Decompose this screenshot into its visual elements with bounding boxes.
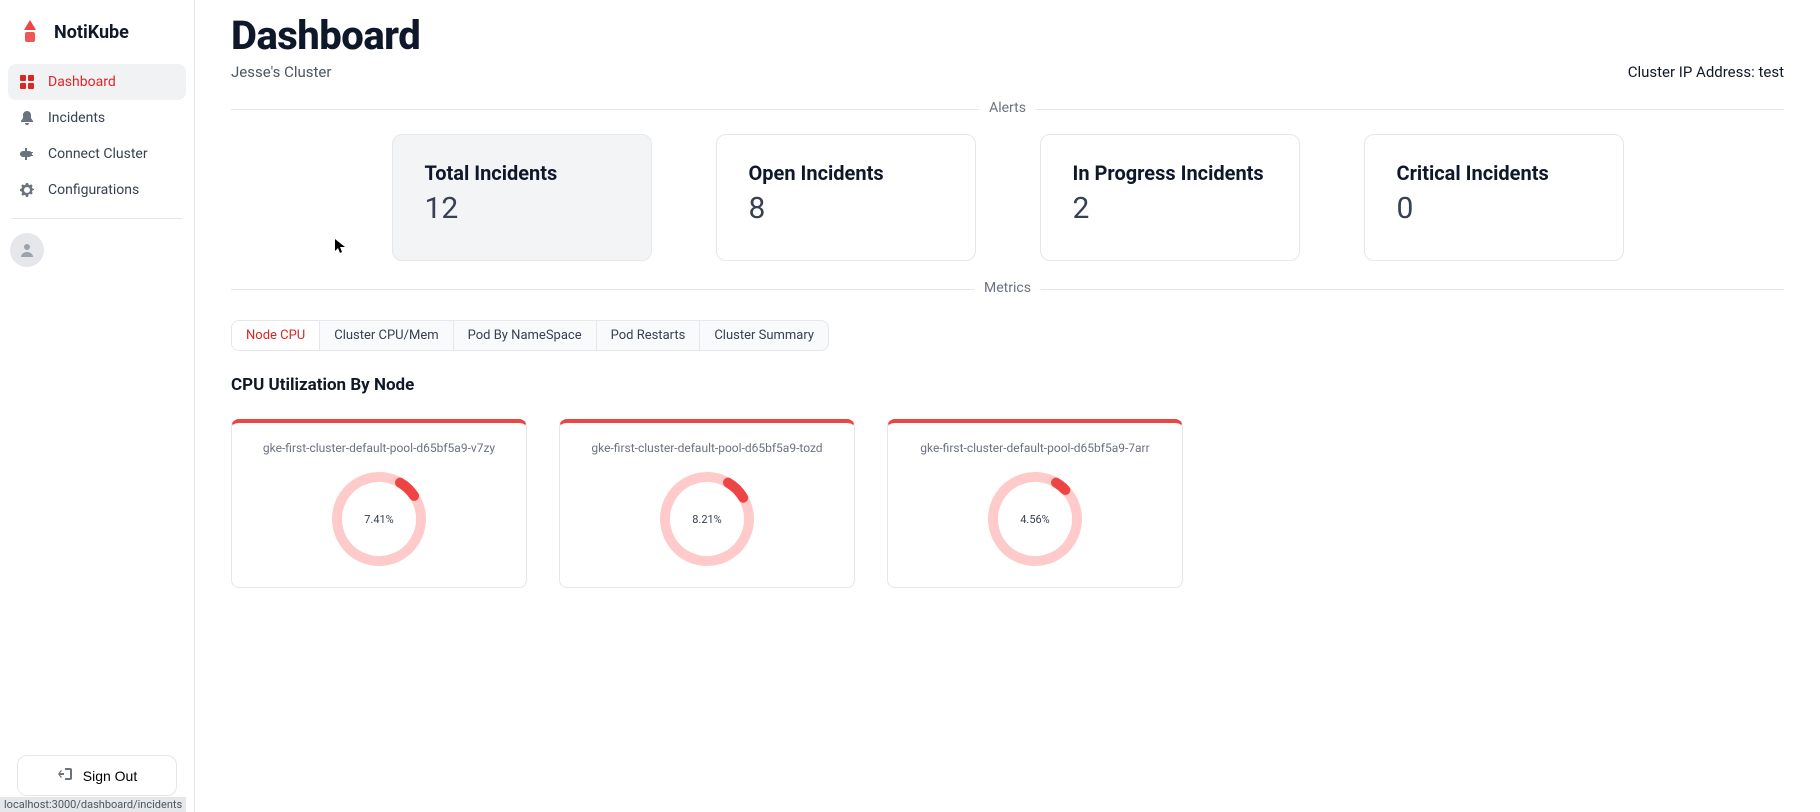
card-title: Open Incidents (749, 161, 943, 185)
header-subrow: Jesse's Cluster Cluster IP Address: test (231, 63, 1784, 81)
card-value: 8 (749, 191, 943, 226)
card-value: 0 (1397, 191, 1591, 226)
card-title: In Progress Incidents (1073, 161, 1267, 185)
bell-icon (18, 109, 36, 127)
cpu-donut-chart: 7.41% (329, 469, 429, 569)
node-name: gke-first-cluster-default-pool-d65bf5a9-… (920, 441, 1149, 455)
sidebar-item-configurations[interactable]: Configurations (8, 172, 186, 208)
donut-label: 8.21% (657, 469, 757, 569)
sidebar-item-label: Dashboard (48, 74, 116, 90)
tab-cluster-cpu-mem[interactable]: Cluster CPU/Mem (320, 321, 453, 350)
node-card: gke-first-cluster-default-pool-d65bf5a9-… (231, 419, 527, 588)
card-title: Total Incidents (425, 161, 619, 185)
sidebar-item-dashboard[interactable]: Dashboard (8, 64, 186, 100)
avatar[interactable] (10, 233, 44, 267)
node-name: gke-first-cluster-default-pool-d65bf5a9-… (591, 441, 822, 455)
plug-icon (18, 145, 36, 163)
tab-node-cpu[interactable]: Node CPU (232, 321, 320, 350)
gear-icon (18, 181, 36, 199)
alerts-divider: Alerts (231, 109, 1784, 110)
sidebar-item-label: Configurations (48, 182, 139, 198)
nav-list: Dashboard Incidents Connect Cluster Conf… (8, 64, 186, 208)
sign-out-label: Sign Out (83, 768, 137, 784)
sidebar: NotiKube Dashboard Incidents Connect Clu… (0, 0, 195, 812)
sidebar-item-connect-cluster[interactable]: Connect Cluster (8, 136, 186, 172)
card-value: 12 (425, 191, 619, 226)
grid-icon (18, 73, 36, 91)
metrics-divider: Metrics (231, 289, 1784, 290)
alerts-label: Alerts (979, 100, 1036, 116)
node-cards: gke-first-cluster-default-pool-d65bf5a9-… (231, 419, 1784, 588)
donut-label: 7.41% (329, 469, 429, 569)
status-url: localhost:3000/dashboard/incidents (0, 797, 186, 812)
card-open-incidents[interactable]: Open Incidents 8 (716, 134, 976, 261)
sidebar-item-incidents[interactable]: Incidents (8, 100, 186, 136)
tab-pod-restarts[interactable]: Pod Restarts (597, 321, 701, 350)
card-in-progress-incidents[interactable]: In Progress Incidents 2 (1040, 134, 1300, 261)
card-value: 2 (1073, 191, 1267, 226)
metrics-panel-title: CPU Utilization By Node (231, 375, 1784, 395)
card-total-incidents[interactable]: Total Incidents 12 (392, 134, 652, 261)
cpu-donut-chart: 4.56% (985, 469, 1085, 569)
brand-name: NotiKube (54, 22, 129, 43)
sidebar-item-label: Incidents (48, 110, 105, 126)
donut-label: 4.56% (985, 469, 1085, 569)
card-title: Critical Incidents (1397, 161, 1591, 185)
nav-divider (12, 218, 182, 219)
card-critical-incidents[interactable]: Critical Incidents 0 (1364, 134, 1624, 261)
page-title: Dashboard (231, 12, 1784, 59)
brand-logo-icon (16, 18, 44, 46)
metrics-tabs: Node CPU Cluster CPU/Mem Pod By NameSpac… (231, 320, 829, 351)
cluster-ip: Cluster IP Address: test (1628, 63, 1784, 81)
sign-out-icon (57, 766, 73, 785)
cluster-name: Jesse's Cluster (231, 63, 331, 81)
metrics-label: Metrics (974, 280, 1041, 296)
node-card: gke-first-cluster-default-pool-d65bf5a9-… (887, 419, 1183, 588)
brand: NotiKube (8, 8, 186, 64)
cpu-donut-chart: 8.21% (657, 469, 757, 569)
sign-out-button[interactable]: Sign Out (17, 755, 177, 796)
sidebar-item-label: Connect Cluster (48, 146, 148, 162)
tab-cluster-summary[interactable]: Cluster Summary (700, 321, 828, 350)
main-content: Dashboard Jesse's Cluster Cluster IP Add… (195, 0, 1820, 812)
tab-pod-by-namespace[interactable]: Pod By NameSpace (454, 321, 597, 350)
node-name: gke-first-cluster-default-pool-d65bf5a9-… (263, 441, 495, 455)
alert-cards: Total Incidents 12 Open Incidents 8 In P… (231, 134, 1784, 261)
node-card: gke-first-cluster-default-pool-d65bf5a9-… (559, 419, 855, 588)
